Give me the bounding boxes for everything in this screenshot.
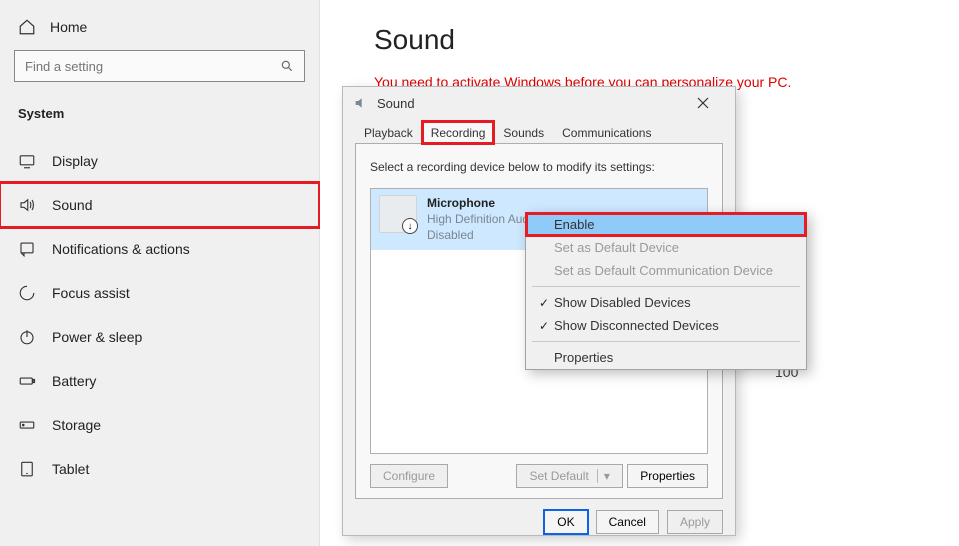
dialog-footer-buttons: OK Cancel Apply [343,510,735,546]
sidebar-item-label: Sound [52,197,92,213]
ctx-properties-label: Properties [554,350,796,365]
storage-icon [18,416,36,434]
dialog-title: Sound [377,96,697,111]
menu-separator [532,341,800,342]
ctx-enable[interactable]: Enable [526,213,806,236]
power-icon [18,328,36,346]
ctx-set-default[interactable]: Set as Default Device [526,236,806,259]
settings-sidebar: Home System Display Sound Notifications … [0,0,320,546]
chevron-down-icon: ▾ [597,469,610,483]
dialog-tabs: Playback Recording Sounds Communications [343,119,735,144]
battery-icon [18,372,36,390]
notifications-icon [18,240,36,258]
home-link[interactable]: Home [0,12,319,50]
sound-icon [18,196,36,214]
tablet-icon [18,460,36,478]
focus-assist-icon [18,284,36,302]
display-icon [18,152,36,170]
check-icon: ✓ [534,296,554,310]
sidebar-item-label: Focus assist [52,285,130,301]
device-name: Microphone [427,195,578,211]
recording-instruction: Select a recording device below to modif… [370,160,708,174]
menu-separator [532,286,800,287]
sidebar-item-display[interactable]: Display [0,139,319,183]
search-icon [280,59,294,73]
sidebar-item-tablet[interactable]: Tablet [0,447,319,491]
sidebar-item-battery[interactable]: Battery [0,359,319,403]
ctx-show-disabled-label: Show Disabled Devices [554,295,796,310]
nav-list: Display Sound Notifications & actions Fo… [0,139,319,491]
ok-button[interactable]: OK [544,510,587,534]
sidebar-item-power-sleep[interactable]: Power & sleep [0,315,319,359]
sidebar-item-label: Battery [52,373,96,389]
search-box[interactable] [14,50,305,82]
sidebar-item-focus-assist[interactable]: Focus assist [0,271,319,315]
sidebar-item-label: Tablet [52,461,89,477]
ctx-set-comm-default[interactable]: Set as Default Communication Device [526,259,806,282]
cancel-button[interactable]: Cancel [596,510,659,534]
sidebar-item-label: Power & sleep [52,329,142,345]
home-label: Home [50,19,87,35]
close-button[interactable] [697,97,725,109]
panel-buttons: Configure Set Default ▾ Properties [370,464,708,488]
check-icon: ✓ [534,319,554,333]
sidebar-item-sound[interactable]: Sound [0,183,319,227]
ctx-show-disabled[interactable]: ✓ Show Disabled Devices [526,291,806,314]
ctx-show-disconnected[interactable]: ✓ Show Disconnected Devices [526,314,806,337]
ctx-enable-label: Enable [554,217,796,232]
sidebar-item-label: Display [52,153,98,169]
sidebar-item-label: Notifications & actions [52,241,190,257]
tab-sounds[interactable]: Sounds [494,121,553,144]
properties-button[interactable]: Properties [627,464,708,488]
ctx-properties[interactable]: Properties [526,346,806,369]
set-default-button[interactable]: Set Default ▾ [516,464,622,488]
configure-button[interactable]: Configure [370,464,448,488]
disabled-badge-icon: ↓ [402,218,418,234]
sidebar-item-label: Storage [52,417,101,433]
set-default-label: Set Default [529,469,588,483]
ctx-show-disconnected-label: Show Disconnected Devices [554,318,796,333]
speaker-icon [353,95,369,111]
page-title: Sound [374,24,959,56]
tab-recording[interactable]: Recording [422,121,495,144]
sidebar-item-notifications[interactable]: Notifications & actions [0,227,319,271]
home-icon [18,18,36,36]
device-context-menu: Enable Set as Default Device Set as Defa… [525,212,807,370]
apply-button[interactable]: Apply [667,510,723,534]
dialog-titlebar[interactable]: Sound [343,87,735,119]
sidebar-item-storage[interactable]: Storage [0,403,319,447]
search-input[interactable] [25,59,280,74]
tab-playback[interactable]: Playback [355,121,422,144]
search-container [0,50,319,102]
ctx-set-default-label: Set as Default Device [554,240,796,255]
section-header: System [0,102,319,139]
ctx-set-comm-default-label: Set as Default Communication Device [554,263,796,278]
microphone-icon: ↓ [379,195,417,233]
tab-communications[interactable]: Communications [553,121,660,144]
